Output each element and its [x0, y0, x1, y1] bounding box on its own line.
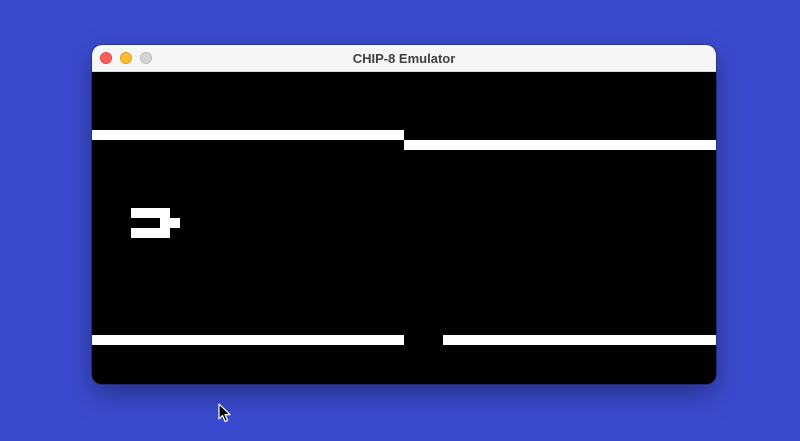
player-ship	[131, 208, 180, 238]
ship-top-row	[131, 208, 170, 218]
mouse-pointer-icon	[218, 403, 231, 423]
title-bar[interactable]: CHIP-8 Emulator	[92, 45, 716, 72]
chip8-display[interactable]	[92, 72, 716, 384]
top-wall-left	[92, 130, 404, 140]
emulator-window: CHIP-8 Emulator	[92, 45, 716, 384]
bottom-wall-left	[92, 335, 404, 345]
bottom-wall-right	[443, 335, 716, 345]
ship-bottom-row	[131, 228, 170, 238]
window-title: CHIP-8 Emulator	[352, 51, 456, 66]
ship-middle-row	[160, 218, 180, 228]
top-wall-right	[404, 140, 716, 150]
